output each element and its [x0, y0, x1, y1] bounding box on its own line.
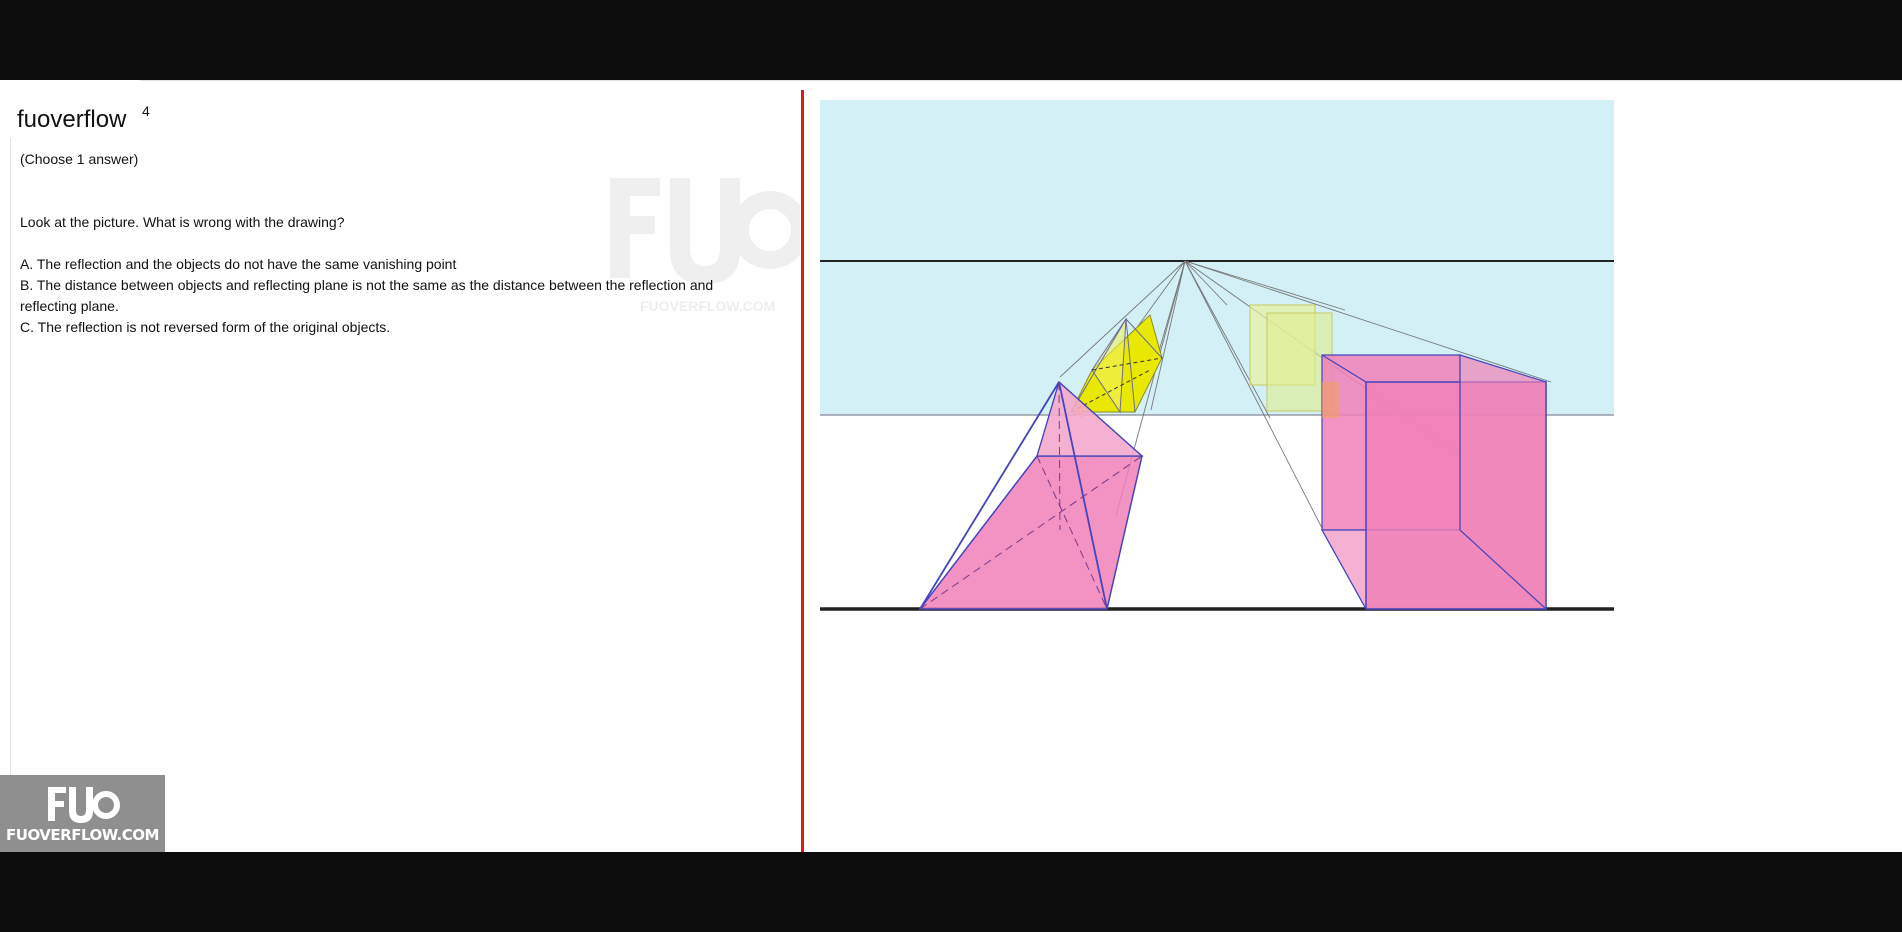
option-b[interactable]: B. The distance between objects and refl…: [20, 275, 713, 296]
question-panel: fuoverflow 4 (Choose 1 answer) Look at t…: [0, 90, 800, 852]
option-b-continued[interactable]: reflecting plane.: [20, 296, 119, 317]
panel-divider: [801, 90, 804, 852]
pink-cube: [1320, 354, 1548, 611]
question-prompt: Look at the picture. What is wrong with …: [20, 214, 345, 230]
watermark-url: FUOVERFLOW.COM: [640, 298, 776, 314]
badge-url: FUOVERFLOW.COM: [6, 825, 159, 844]
fuo-badge[interactable]: FUOVERFLOW.COM: [0, 775, 165, 852]
left-rule: [10, 138, 11, 838]
fuo-logo-icon: [47, 786, 120, 823]
reflection-drawing: [820, 100, 1614, 611]
answer-instruction: (Choose 1 answer): [20, 151, 139, 167]
option-c[interactable]: C. The reflection is not reversed form o…: [20, 317, 390, 338]
perspective-figure: [820, 100, 1616, 642]
page-viewport: fuoverflow 4 (Choose 1 answer) Look at t…: [0, 80, 1902, 852]
pink-pyramid: [918, 380, 1144, 610]
site-title[interactable]: fuoverflow: [17, 106, 126, 134]
option-a[interactable]: A. The reflection and the objects do not…: [20, 254, 456, 275]
top-border: [140, 80, 1902, 81]
question-number: 4: [142, 103, 150, 119]
